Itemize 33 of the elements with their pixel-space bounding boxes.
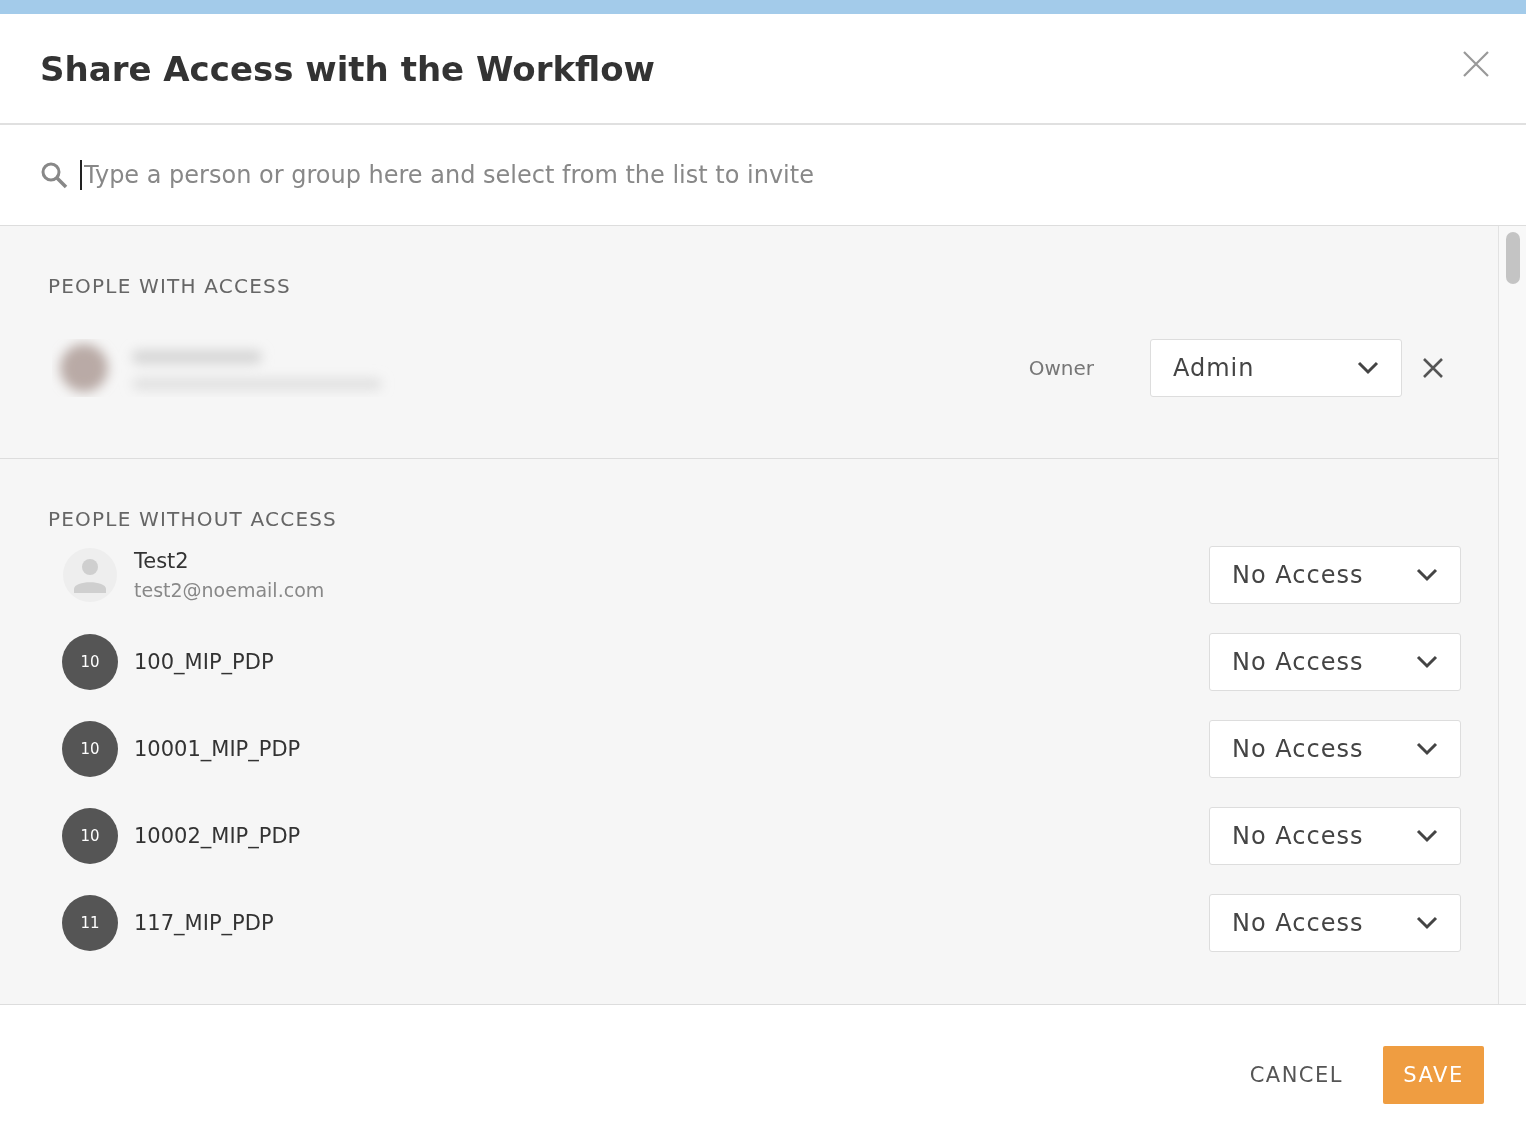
cancel-button[interactable]: CANCEL [1245, 1050, 1347, 1099]
person-name: 100_MIP_PDP [134, 649, 274, 674]
access-dropdown[interactable]: No Access [1209, 545, 1461, 604]
chevron-icon [1416, 654, 1438, 669]
search-field[interactable]: Type a person or group here and select from the list to invite [80, 160, 1486, 190]
group-avatar: 10 [62, 807, 118, 864]
access-dropdown[interactable]: No Access [1209, 632, 1461, 691]
chevron-icon [1416, 741, 1438, 756]
person-name: Test2 [134, 548, 190, 573]
person-name: 10001_MIP_PDP [134, 736, 301, 761]
group-avatar: 11 [62, 894, 118, 951]
scrollbar-thumb[interactable] [1505, 232, 1520, 284]
remove-icon[interactable] [1422, 357, 1444, 379]
dialog-title: Share Access with the Workflow [40, 48, 655, 89]
group-avatar: 10 [62, 633, 118, 690]
chevron-icon [1416, 828, 1438, 843]
group-avatar: 10 [62, 720, 118, 777]
access-dropdown[interactable]: Admin [1150, 339, 1402, 397]
person-email: test2@noemail.com [134, 578, 325, 601]
person-name: 10002_MIP_PDP [134, 823, 301, 848]
access-dropdown[interactable]: No Access [1209, 719, 1461, 778]
search-icon [40, 161, 68, 189]
access-dropdown[interactable]: No Access [1209, 806, 1461, 865]
section-heading: PEOPLE WITHOUT ACCESS [48, 507, 338, 531]
chevron-icon [1416, 915, 1438, 930]
person-name: 117_MIP_PDP [134, 910, 274, 935]
access-dropdown[interactable]: No Access [1209, 893, 1461, 952]
chevron-icon [1357, 361, 1379, 375]
close-icon[interactable] [1462, 49, 1490, 78]
chevron-icon [1416, 567, 1438, 582]
role-label: Owner [1028, 356, 1094, 380]
section-heading: PEOPLE WITH ACCESS [48, 274, 292, 298]
person-avatar-icon [62, 546, 118, 603]
